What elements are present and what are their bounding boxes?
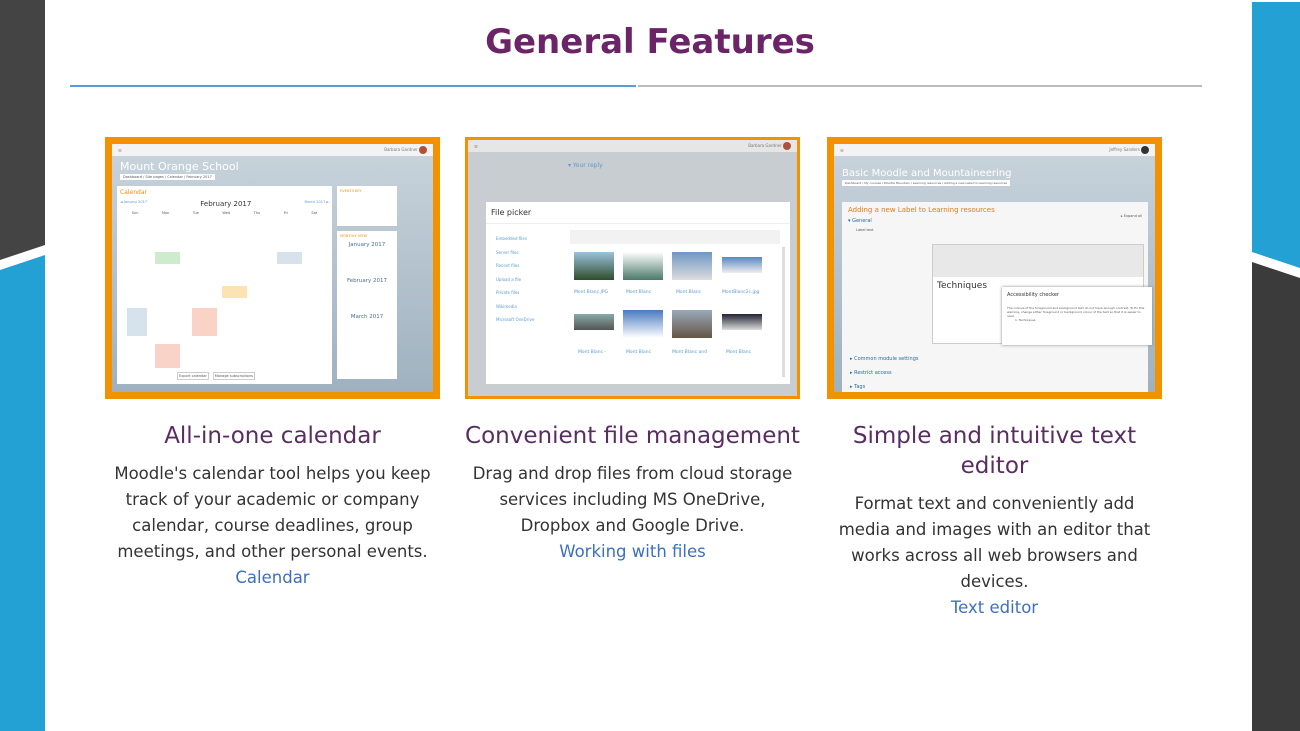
left-decorative-bar: [0, 0, 45, 731]
slide-title: General Features: [485, 22, 815, 62]
text-editor-link[interactable]: Text editor: [827, 595, 1162, 621]
title-divider-blue: [70, 85, 636, 87]
card-description: Moodle's calendar tool helps you keep tr…: [114, 464, 431, 561]
feature-card-files: ☰ Barbara Gardner ▾ Your reply File picke…: [465, 137, 800, 565]
file-picker-screenshot: ☰ Barbara Gardner ▾ Your reply File picke…: [465, 137, 800, 399]
calendar-link[interactable]: Calendar: [105, 565, 440, 591]
right-decorative-bar: [1252, 2, 1300, 731]
feature-card-calendar: ☰ Barbara Gardner Mount Orange School Das…: [105, 137, 440, 591]
card-title: All-in-one calendar: [164, 423, 381, 449]
text-editor-screenshot: ☰ Jeffrey Sanders Basic Moodle and Mounta…: [827, 137, 1162, 399]
feature-card-editor: ☰ Jeffrey Sanders Basic Moodle and Mounta…: [827, 137, 1162, 621]
card-title: Convenient file management: [465, 423, 800, 449]
card-title: Simple and intuitive text editor: [852, 423, 1137, 479]
calendar-screenshot: ☰ Barbara Gardner Mount Orange School Das…: [105, 137, 440, 399]
avatar: [419, 146, 427, 154]
working-with-files-link[interactable]: Working with files: [465, 539, 800, 565]
card-description: Format text and conveniently add media a…: [838, 494, 1151, 591]
card-description: Drag and drop files from cloud storage s…: [472, 464, 793, 535]
title-divider-gray: [638, 85, 1202, 87]
